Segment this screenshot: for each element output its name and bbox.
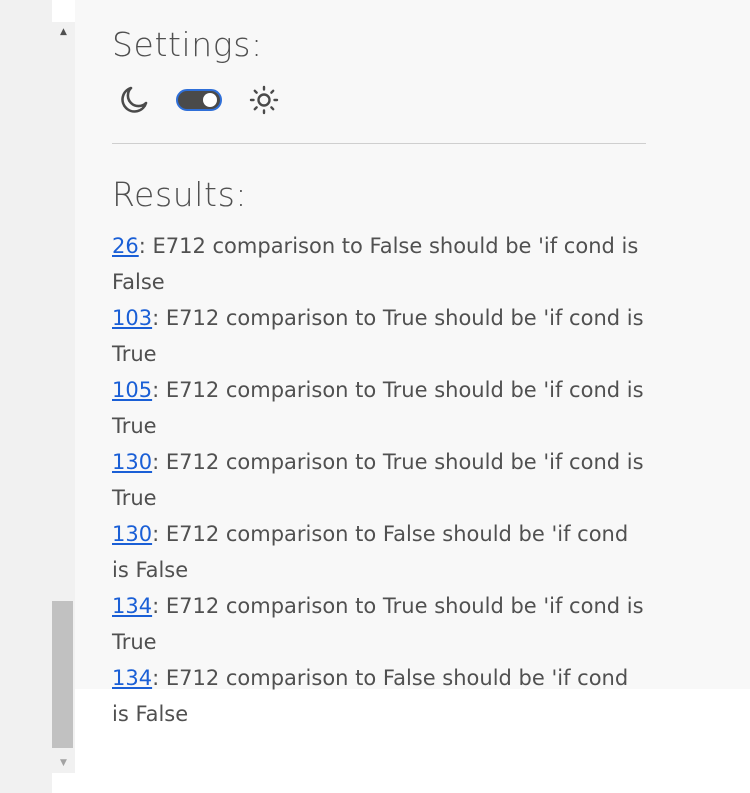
- result-line-link[interactable]: 26: [112, 234, 139, 258]
- scrollbar-thumb[interactable]: [52, 601, 73, 748]
- result-message: : E712 comparison to False should be 'if…: [112, 522, 629, 582]
- result-item: 103: E712 comparison to True should be '…: [112, 300, 646, 372]
- scroll-up-arrow-icon[interactable]: ▲: [52, 22, 75, 42]
- result-item: 26: E712 comparison to False should be '…: [112, 228, 646, 300]
- scroll-down-arrow-icon[interactable]: ▼: [52, 753, 75, 773]
- theme-switcher: [112, 78, 652, 122]
- result-line-link[interactable]: 103: [112, 306, 152, 330]
- left-gutter: [0, 0, 52, 793]
- result-item: 134: E712 comparison to False should be …: [112, 660, 646, 732]
- moon-icon: [121, 86, 148, 113]
- result-message: : E712 comparison to False should be 'if…: [112, 666, 629, 726]
- results-heading: Results:: [112, 175, 248, 214]
- settings-heading: Settings:: [112, 25, 263, 64]
- result-message: : E712 comparison to True should be 'if …: [112, 306, 644, 366]
- result-line-link[interactable]: 134: [112, 666, 152, 690]
- result-line-link[interactable]: 130: [112, 450, 152, 474]
- vertical-scrollbar[interactable]: ▲ ▼: [52, 22, 75, 773]
- results-list: 26: E712 comparison to False should be '…: [112, 228, 646, 732]
- result-message: : E712 comparison to True should be 'if …: [112, 378, 644, 438]
- result-item: 105: E712 comparison to True should be '…: [112, 372, 646, 444]
- result-message: : E712 comparison to True should be 'if …: [112, 594, 644, 654]
- sun-icon: [249, 85, 279, 115]
- section-divider: [112, 143, 646, 144]
- main-content: Settings: Results: 26: E712 comparison t…: [112, 24, 652, 732]
- result-item: 130: E712 comparison to True should be '…: [112, 444, 646, 516]
- result-line-link[interactable]: 130: [112, 522, 152, 546]
- result-line-link[interactable]: 134: [112, 594, 152, 618]
- result-item: 130: E712 comparison to False should be …: [112, 516, 646, 588]
- theme-toggle[interactable]: [176, 89, 222, 111]
- result-item: 134: E712 comparison to True should be '…: [112, 588, 646, 660]
- result-message: : E712 comparison to False should be 'if…: [112, 234, 639, 294]
- result-message: : E712 comparison to True should be 'if …: [112, 450, 644, 510]
- result-line-link[interactable]: 105: [112, 378, 152, 402]
- toggle-knob: [203, 93, 217, 107]
